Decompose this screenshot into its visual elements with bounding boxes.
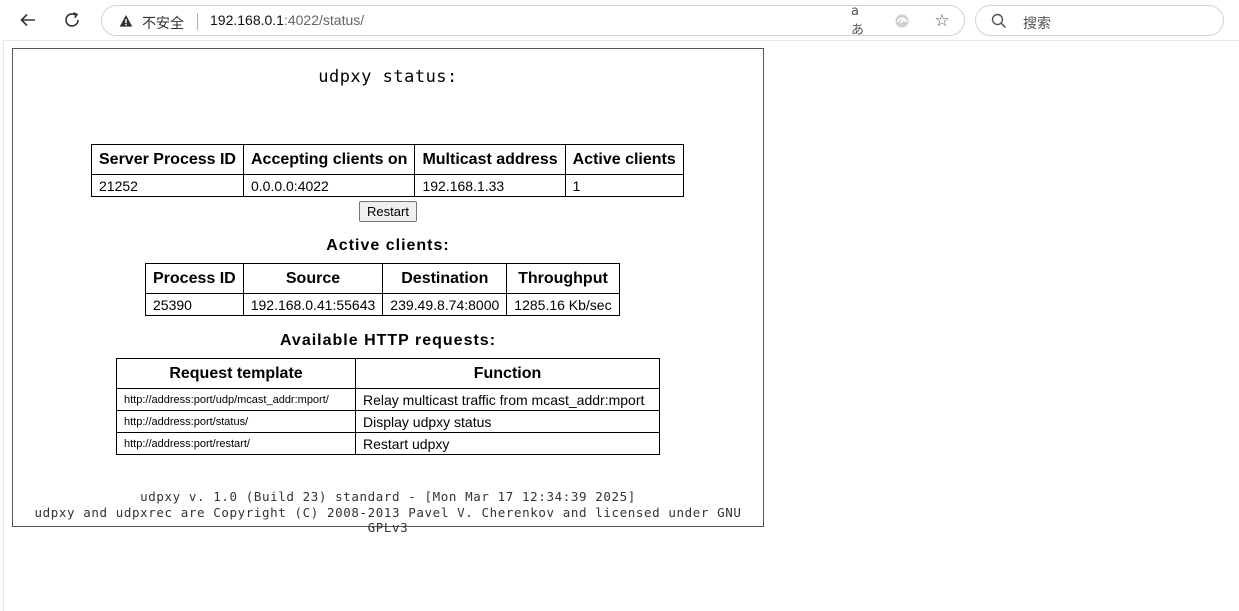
page-title: udpxy status: bbox=[318, 67, 458, 87]
column-header: Request template bbox=[116, 358, 356, 389]
favorite-star-icon[interactable]: ☆ bbox=[932, 11, 952, 31]
http-requests-heading: Available HTTP requests: bbox=[279, 332, 497, 349]
table-header-row: Process ID Source Destination Throughput bbox=[145, 263, 620, 294]
request-template-cell: http://address:port/restart/ bbox=[116, 432, 356, 455]
address-bar[interactable]: 不安全 192.168.0.1:4022/status/ aあ ☆ bbox=[101, 4, 965, 38]
table-row: http://address:port/udp/mcast_addr:mport… bbox=[116, 388, 660, 411]
browser-toolbar: 不安全 192.168.0.1:4022/status/ aあ ☆ 搜索 bbox=[0, 0, 1239, 40]
request-template-cell: http://address:port/udp/mcast_addr:mport… bbox=[116, 388, 356, 411]
table-cell: 192.168.0.41:55643 bbox=[242, 293, 384, 316]
reload-button[interactable] bbox=[57, 5, 87, 35]
table-header-row: Server Process ID Accepting clients on M… bbox=[91, 144, 684, 175]
version-footer: udpxy v. 1.0 (Build 23) standard - [Mon … bbox=[140, 489, 636, 504]
request-template-cell: http://address:port/status/ bbox=[116, 410, 356, 433]
table-row: http://address:port/restart/ Restart udp… bbox=[116, 432, 660, 455]
table-cell: 192.168.1.33 bbox=[414, 174, 566, 197]
extension-icon[interactable] bbox=[892, 11, 912, 31]
server-info-table: Server Process ID Accepting clients on M… bbox=[91, 144, 684, 197]
active-clients-table: Process ID Source Destination Throughput… bbox=[145, 263, 620, 316]
column-header: Throughput bbox=[506, 263, 620, 294]
arrow-left-icon bbox=[20, 13, 35, 27]
search-box[interactable]: 搜索 bbox=[975, 5, 1224, 36]
table-cell: 0.0.0.0:4022 bbox=[242, 174, 416, 197]
table-header-row: Request template Function bbox=[116, 358, 660, 389]
table-cell: 1 bbox=[564, 174, 684, 197]
swirl-icon bbox=[895, 14, 909, 28]
column-header: Destination bbox=[382, 263, 508, 294]
column-header: Server Process ID bbox=[91, 144, 244, 175]
back-button[interactable] bbox=[13, 5, 43, 35]
function-cell: Relay multicast traffic from mcast_addr:… bbox=[355, 388, 660, 411]
reload-icon bbox=[65, 12, 79, 27]
http-requests-table: Request template Function http://address… bbox=[116, 358, 660, 455]
address-divider bbox=[197, 13, 198, 30]
warning-icon bbox=[119, 15, 133, 27]
table-cell: 239.49.8.74:8000 bbox=[382, 293, 508, 316]
table-row: 21252 0.0.0.0:4022 192.168.1.33 1 bbox=[91, 174, 684, 197]
copyright-footer: udpxy and udpxrec are Copyright (C) 2008… bbox=[34, 505, 742, 535]
url-path: :4022/status/ bbox=[283, 12, 365, 28]
column-header: Accepting clients on bbox=[242, 144, 416, 175]
table-row: 25390 192.168.0.41:55643 239.49.8.74:800… bbox=[145, 293, 620, 316]
function-cell: Display udpxy status bbox=[355, 410, 660, 433]
column-header: Active clients bbox=[564, 144, 684, 175]
function-cell: Restart udpxy bbox=[355, 432, 660, 455]
search-placeholder[interactable]: 搜索 bbox=[1023, 13, 1051, 33]
table-row: http://address:port/status/ Display udpx… bbox=[116, 410, 660, 433]
active-clients-heading: Active clients: bbox=[326, 237, 450, 254]
search-icon bbox=[991, 13, 1007, 29]
read-aloud-icon[interactable]: aあ bbox=[851, 4, 871, 38]
column-header: Source bbox=[242, 263, 384, 294]
table-cell: 1285.16 Kb/sec bbox=[506, 293, 620, 316]
url-text[interactable]: 192.168.0.1:4022/status/ bbox=[210, 12, 364, 28]
table-cell: 25390 bbox=[145, 293, 244, 316]
status-panel: udpxy status: Server Process ID Acceptin… bbox=[12, 48, 764, 535]
security-status-label[interactable]: 不安全 bbox=[142, 13, 184, 33]
table-cell: 21252 bbox=[91, 174, 244, 197]
column-header: Function bbox=[355, 358, 660, 389]
column-header: Process ID bbox=[145, 263, 244, 294]
url-host: 192.168.0.1 bbox=[210, 12, 284, 28]
restart-button[interactable]: Restart bbox=[359, 201, 417, 222]
column-header: Multicast address bbox=[414, 144, 566, 175]
